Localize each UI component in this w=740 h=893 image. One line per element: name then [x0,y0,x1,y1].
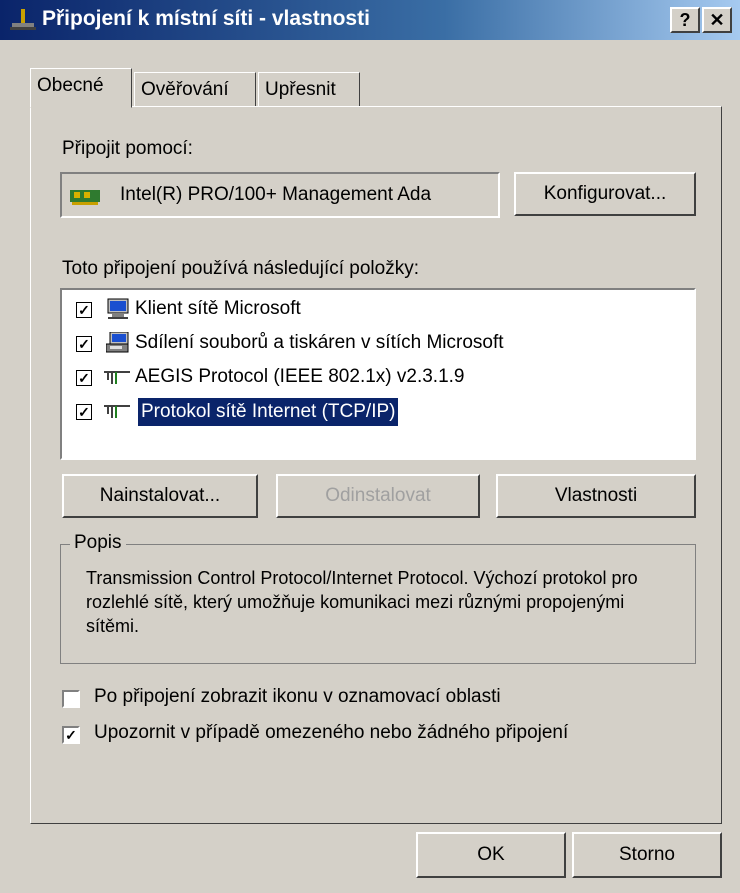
list-item-tcpip[interactable]: Protokol sítě Internet (TCP/IP) [138,398,399,426]
configure-button[interactable]: Konfigurovat... [514,172,696,216]
show-icon-checkbox[interactable] [62,690,80,708]
help-button[interactable]: ? [670,7,700,33]
protocol-icon [102,402,130,424]
description-legend: Popis [70,532,126,554]
item-checkbox-aegis[interactable]: ✓ [76,370,92,386]
network-connection-icon [10,9,36,31]
list-item-aegis[interactable]: AEGIS Protocol (IEEE 802.1x) v2.3.1.9 [132,366,468,388]
protocol-icon [102,368,130,390]
item-checkbox-tcpip[interactable]: ✓ [76,404,92,420]
show-icon-label[interactable]: Po připojení zobrazit ikonu v oznamovací… [94,686,501,708]
connect-using-label: Připojit pomocí: [62,138,193,159]
notify-limited-label[interactable]: Upozornit v případě omezeného nebo žádné… [94,722,568,744]
tab-advanced[interactable]: Upřesnit [258,72,360,106]
uninstall-button[interactable]: Odinstalovat [276,474,480,518]
list-item-client[interactable]: Klient sítě Microsoft [132,298,304,320]
components-label: Toto připojení používá následující polož… [62,258,419,279]
close-button[interactable]: ✕ [702,7,732,33]
tab-authentication[interactable]: Ověřování [134,72,256,106]
file-printer-sharing-icon [105,331,130,354]
notify-limited-checkbox[interactable]: ✓ [62,726,80,744]
item-checkbox-sharing[interactable]: ✓ [76,336,92,352]
window-title: Připojení k místní síti - vlastnosti [42,7,370,30]
item-checkbox-client[interactable]: ✓ [76,302,92,318]
install-button[interactable]: Nainstalovat... [62,474,258,518]
list-item-sharing[interactable]: Sdílení souborů a tiskáren v sítích Micr… [132,332,507,354]
cancel-button[interactable]: Storno [572,832,722,878]
description-text: Transmission Control Protocol/Internet P… [86,568,638,636]
network-card-icon [70,188,102,206]
ok-button[interactable]: OK [416,832,566,878]
properties-button[interactable]: Vlastnosti [496,474,696,518]
adapter-name: Intel(R) PRO/100+ Management Ada [120,184,432,205]
tab-general[interactable]: Obecné [30,68,132,108]
network-client-icon [106,298,130,320]
